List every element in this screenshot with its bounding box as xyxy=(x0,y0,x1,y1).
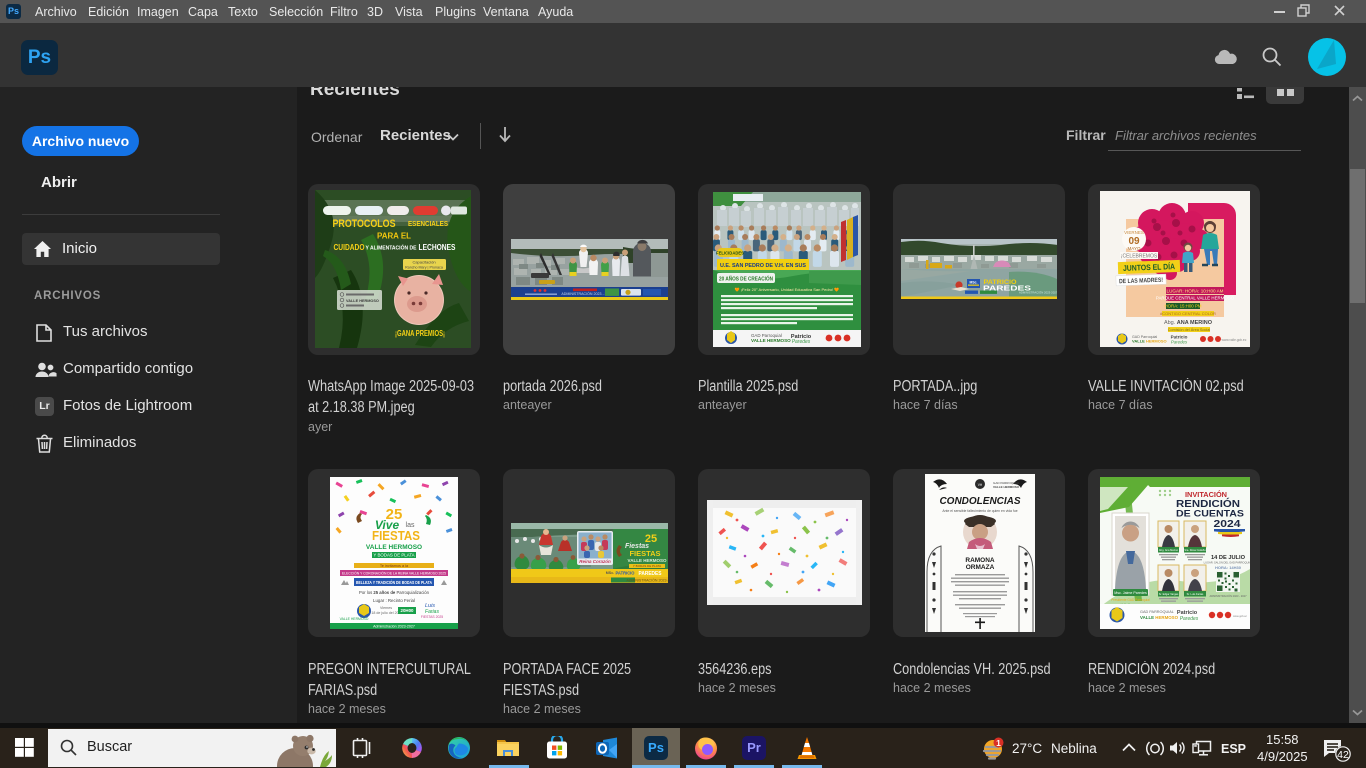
svg-text:DE CUENTAS: DE CUENTAS xyxy=(1176,509,1244,519)
svg-text:Rancho Mary | Pronaca: Rancho Mary | Pronaca xyxy=(405,266,443,270)
svg-text:LUGAR: HORA: 10:H00 AM: LUGAR: HORA: 10:H00 AM xyxy=(1167,289,1224,294)
svg-text:Reina Corazón: Reina Corazón xyxy=(579,559,611,564)
svg-text:PROTOCOLOS: PROTOCOLOS xyxy=(333,218,396,230)
svg-text:Por los 25 años de Parroquial: Por los 25 años de Parroquialización xyxy=(359,590,429,596)
svg-text:Ante el sensible fallecimiento: Ante el sensible fallecimiento de quien … xyxy=(942,509,1017,513)
svg-text:#CONTIGO CENTRAL COLOR: #CONTIGO CENTRAL COLOR xyxy=(1160,311,1216,316)
svg-text:VALLE HERMOSO: VALLE HERMOSO xyxy=(751,338,791,343)
svg-text:RAMONA: RAMONA xyxy=(965,557,995,564)
svg-text:Paredes: Paredes xyxy=(792,339,811,345)
svg-text:CUIDADO: CUIDADO xyxy=(334,242,365,252)
svg-text:1: 1 xyxy=(996,738,1001,748)
svg-text:www.gob.ec: www.gob.ec xyxy=(1233,614,1248,618)
svg-text:ELECCIÓN Y CORONACIÓN DE LA RE: ELECCIÓN Y CORONACIÓN DE LA REINA VALLE … xyxy=(342,571,447,576)
svg-text:PARA EL: PARA EL xyxy=(377,232,411,241)
svg-text:FIESTAS 2025: FIESTAS 2025 xyxy=(421,615,443,619)
svg-text:20 AÑOS DE CREACIÓN: 20 AÑOS DE CREACIÓN xyxy=(719,275,773,283)
svg-text:VALLE HERMOSO: VALLE HERMOSO xyxy=(346,299,379,303)
svg-text:Administración 2023-2027: Administración 2023-2027 xyxy=(373,625,415,629)
svg-text:HORA: 14H30: HORA: 14H30 xyxy=(1215,565,1242,570)
svg-text:Sr. Luis Farías: Sr. Luis Farías xyxy=(1187,592,1204,596)
svg-text:LECHONES: LECHONES xyxy=(419,242,456,252)
svg-text:ADMINISTRACIÓN 2023-2027: ADMINISTRACIÓN 2023-2027 xyxy=(1019,290,1057,295)
svg-text:PARQUE CENTRAL VALLE HERMOSO: PARQUE CENTRAL VALLE HERMOSO xyxy=(1156,296,1235,301)
svg-text:Paredes: Paredes xyxy=(1180,616,1199,622)
svg-text:20H00: 20H00 xyxy=(401,608,414,613)
svg-text:Viernes: Viernes xyxy=(380,606,392,610)
svg-text:VH: VH xyxy=(978,483,983,487)
svg-text:Lugar : Recinto Ferial: Lugar : Recinto Ferial xyxy=(373,598,415,603)
svg-text:VALLE HERMOSO: VALLE HERMOSO xyxy=(993,485,1020,489)
svg-text:🧡 ¡Feliz 20° Aniversario, Uni: 🧡 ¡Feliz 20° Aniversario, Unidad Educati… xyxy=(735,287,840,292)
svg-text:U.E. SAN PEDRO DE V.H. EN SUS: U.E. SAN PEDRO DE V.H. EN SUS xyxy=(720,263,806,269)
svg-text:PATRICIO: PATRICIO xyxy=(616,571,635,577)
svg-text:ORMAZA: ORMAZA xyxy=(966,564,995,571)
svg-text:MAYO: MAYO xyxy=(1128,246,1141,251)
svg-text:VIERNES: VIERNES xyxy=(1124,230,1144,235)
svg-text:ESENCIALES: ESENCIALES xyxy=(408,221,448,228)
svg-text:VALLE HERMOSO: VALLE HERMOSO xyxy=(1132,339,1167,344)
svg-text:14 DE JULIO: 14 DE JULIO xyxy=(1211,555,1245,561)
svg-text:HORA: 15:H00 PM: HORA: 15:H00 PM xyxy=(1164,304,1201,309)
svg-text:JUNTOS EL DÍA: JUNTOS EL DÍA xyxy=(1123,262,1175,273)
svg-text:Y ALIMENTACIÓN DE: Y ALIMENTACIÓN DE xyxy=(366,244,418,252)
svg-text:Y BODAS DE PLATA: Y BODAS DE PLATA xyxy=(633,564,661,568)
svg-text:Abg. Ana Merino: Abg. Ana Merino xyxy=(1159,548,1179,552)
svg-text:2024: 2024 xyxy=(1214,519,1242,530)
svg-text:Te invitamos a la: Te invitamos a la xyxy=(380,564,409,568)
svg-text:VALLE HERMOSO: VALLE HERMOSO xyxy=(366,544,422,551)
svg-text:VALLE HERMOSO: VALLE HERMOSO xyxy=(628,558,667,563)
svg-text:www.valle.gob.ec: www.valle.gob.ec xyxy=(1222,338,1247,342)
svg-text:VALLE HERMOSO: VALLE HERMOSO xyxy=(1140,615,1179,620)
svg-text:FIESTAS: FIESTAS xyxy=(372,528,420,543)
svg-text:Sra. Rosa Cedeño: Sra. Rosa Cedeño xyxy=(1184,548,1206,552)
svg-text:MSc.: MSc. xyxy=(970,281,978,285)
svg-text:18 de julio del 2025: 18 de julio del 2025 xyxy=(371,611,402,615)
svg-text:Capacitación: Capacitación xyxy=(412,260,435,265)
svg-text:FELICIDADES: FELICIDADES xyxy=(716,251,744,256)
svg-text:PAREDES: PAREDES xyxy=(639,571,662,577)
svg-text:LUGAR: SALON DEL GAD PARROQUIA: LUGAR: SALON DEL GAD PARROQUIAL xyxy=(1204,561,1250,565)
svg-text:42: 42 xyxy=(1337,749,1349,761)
svg-text:ADMINISTRACIÓN 2023 - 2027: ADMINISTRACIÓN 2023 - 2027 xyxy=(561,291,612,296)
svg-text:GAD PARROQUIAL: GAD PARROQUIAL xyxy=(1140,610,1174,614)
svg-text:BELLEZA Y TRADICIÓN DE BODAS D: BELLEZA Y TRADICIÓN DE BODAS DE PLATA xyxy=(356,578,433,585)
svg-text:Comisión del Área Social: Comisión del Área Social xyxy=(1168,328,1211,332)
svg-text:ADMINISTRACIÓN 2023-2027: ADMINISTRACIÓN 2023-2027 xyxy=(626,578,668,583)
svg-text:Abg. ANA MERINO: Abg. ANA MERINO xyxy=(1164,320,1213,326)
svg-text:Paredes: Paredes xyxy=(1171,340,1188,345)
svg-text:MSc.: MSc. xyxy=(606,571,614,575)
svg-text:FIESTAS: FIESTAS xyxy=(629,549,660,558)
svg-text:¡CELEBREMOS: ¡CELEBREMOS xyxy=(1121,254,1158,260)
svg-text:Presidente GAD Parroquial: Presidente GAD Parroquial xyxy=(1111,598,1150,602)
svg-text:¡GANA PREMIOS¡: ¡GANA PREMIOS¡ xyxy=(395,329,445,338)
svg-text:CONDOLENCIAS: CONDOLENCIAS xyxy=(939,496,1020,507)
svg-text:Y BODAS DE PLATA: Y BODAS DE PLATA xyxy=(373,553,414,558)
svg-text:VALLE HERMOSO: VALLE HERMOSO xyxy=(340,617,369,621)
svg-text:Sr. Edgar Vargas: Sr. Edgar Vargas xyxy=(1159,592,1179,596)
svg-text:Msc. Jaime Paredes: Msc. Jaime Paredes xyxy=(1114,591,1147,595)
